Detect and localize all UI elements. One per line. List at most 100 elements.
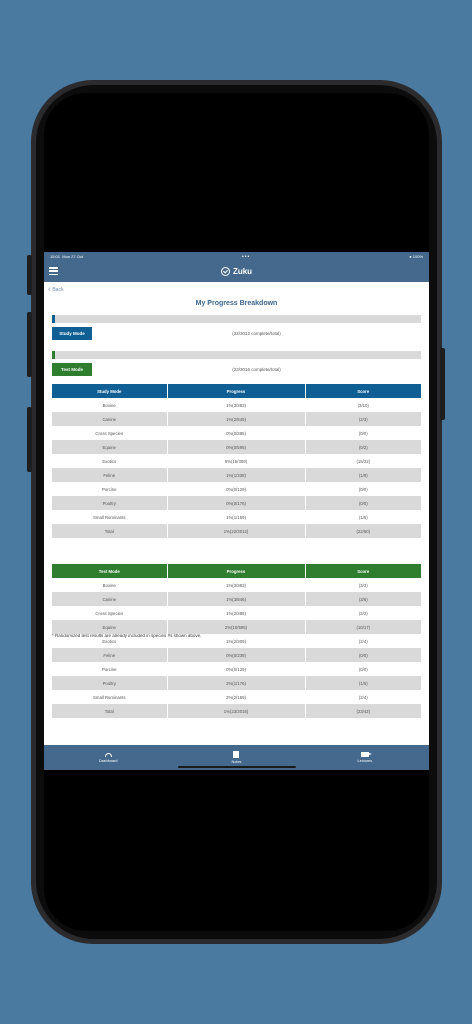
table-cell: 1%(2/309) [167,634,306,648]
table-cell: (1/5) [305,676,421,690]
table-cell: 1%(23/3016) [167,704,306,718]
table-cell: (3/10) [357,402,369,408]
table-cell: 1%(1/159) [167,510,306,524]
table-row: Total 1%(22/3012) (22/50) [52,524,421,538]
table-cell: Cross Species [52,426,168,440]
table-cell: Porcine [52,662,168,676]
column-header: Score [305,384,421,398]
table-cell: Canine [52,592,168,606]
table-cell: Total [52,704,168,718]
table-row: Equine 0%(0/595) (0/2) [52,440,421,454]
side-button [440,348,445,420]
table-cell: 0%(0/176) [167,496,306,510]
table-cell: (1/5) [358,514,368,520]
table-row: Bovine 1%(3/383) (3/3) [52,578,421,592]
study-mode-button[interactable]: Study Mode [52,327,92,340]
table-cell: 5%(15/309) [167,454,306,468]
table-cell: (0/2) [305,440,421,454]
side-button [27,255,32,295]
table-header-row: Study Mode Progress Score [52,384,421,398]
tab-bar: Dashboard Notes Lectures [44,745,429,770]
table-cell: 2%(10/595) [167,620,306,634]
table-cell: (15/22) [356,458,371,464]
tab-lectures[interactable]: Lectures [301,745,429,770]
table-cell: 1%(3/383) [167,398,306,412]
table-cell: 1%(1/338) [167,468,306,482]
table-row: Equine 2%(10/595) (10/17) [52,620,421,634]
study-progress-text: (22/3012 complete/total) [232,331,281,336]
nav-bar: Zuku [44,261,429,282]
table-cell: (2/4) [358,638,368,644]
table-cell: Porcine [52,482,168,496]
table-cell: 1%(22/3012) [167,524,306,538]
back-label: Back [52,286,64,293]
table-cell: Feline [52,648,168,662]
app-name: Zuku [232,267,253,276]
table-cell: 2%(1/176) [167,676,306,690]
table-cell: 0%(0/385) [167,426,306,440]
table-cell: 1%(3/383) [167,578,306,592]
home-indicator[interactable] [178,766,296,768]
column-header: Score [305,564,421,578]
notes-icon [233,751,240,758]
table-cell: (2/2) [358,610,368,616]
table-cell: Poultry [52,676,168,690]
table-cell: Exotics [52,634,168,648]
table-cell: Cross Species [52,606,168,620]
tab-label: Lectures [357,759,373,763]
table-row: Bovine 1%(3/383) (3/10) [52,398,421,412]
table-row: Exotics 1%(2/309) (2/4) [52,634,421,648]
side-button [27,407,32,472]
table-row: Feline 1%(1/338) (1/8) [52,468,421,482]
table-cell: 0%(0/595) [167,440,306,454]
table-cell: Small Ruminants [52,510,168,524]
status-battery: ● 100% [409,254,423,259]
table-cell: Equine [52,620,168,634]
back-button[interactable]: ‹ Back [48,286,63,293]
tab-label: Notes [231,760,242,764]
table-cell: Bovine [52,578,168,592]
gauge-icon [104,752,112,757]
column-header: Progress [167,384,306,398]
app-window: 15:01 Mon 27 Oct ••• ● 100% Zuku ‹ Back … [44,252,429,770]
table-row: Poultry 0%(0/176) (0/0) [52,496,421,510]
table-row: Poultry 2%(1/176) (1/5) [52,676,421,690]
table-cell: (0/0) [358,486,368,492]
table-cell: Equine [52,440,168,454]
test-mode-button[interactable]: Test Mode [52,363,92,376]
menu-icon[interactable] [49,267,58,275]
test-progress-fill [52,351,55,359]
test-mode-table: Test Mode Progress Score Bovine 1%(3/383) (3… [52,564,421,718]
page-title: My Progress Breakdown [195,300,278,307]
table-cell: 0%(0/338) [167,648,306,662]
table-cell: Exotics [52,454,168,468]
side-button [27,312,32,377]
table-cell: (0/0) [305,648,421,662]
study-progress-fill [52,315,55,323]
column-header: Test Mode [52,564,168,578]
table-cell: Total [52,524,168,538]
table-cell: 1%(2/845) [167,412,306,426]
study-mode-table: Study Mode Progress Score Bovine 1%(3/383)(… [52,384,421,538]
table-cell: (10/17) [305,620,421,634]
device-screen: 15:01 Mon 27 Oct ••• ● 100% Zuku ‹ Back … [44,93,429,931]
table-cell: 0%(0/129) [167,482,306,496]
test-progress-bar [52,351,421,359]
table-row: Total 1%(23/3016) (23/42) [52,704,421,718]
table-cell: 0%(0/129) [167,662,306,676]
status-bar: 15:01 Mon 27 Oct ••• ● 100% [44,252,429,261]
tab-dashboard[interactable]: Dashboard [44,745,172,770]
video-icon [360,752,372,757]
table-cell: Poultry [52,496,168,510]
logo-icon [220,267,230,276]
column-header: Progress [167,564,306,578]
study-progress-bar [52,315,421,323]
table-cell: Feline [52,468,168,482]
table-cell: (1/8) [305,468,421,482]
table-row: Porcine 0%(0/129) (0/0) [52,662,421,676]
table-cell: (2/3) [305,412,421,426]
table-cell: (0/0) [358,666,368,672]
test-progress-text: (23/3016 complete/total) [232,367,281,372]
multitask-dots[interactable]: ••• [242,254,250,260]
table-cell: (0/0) [358,430,368,436]
